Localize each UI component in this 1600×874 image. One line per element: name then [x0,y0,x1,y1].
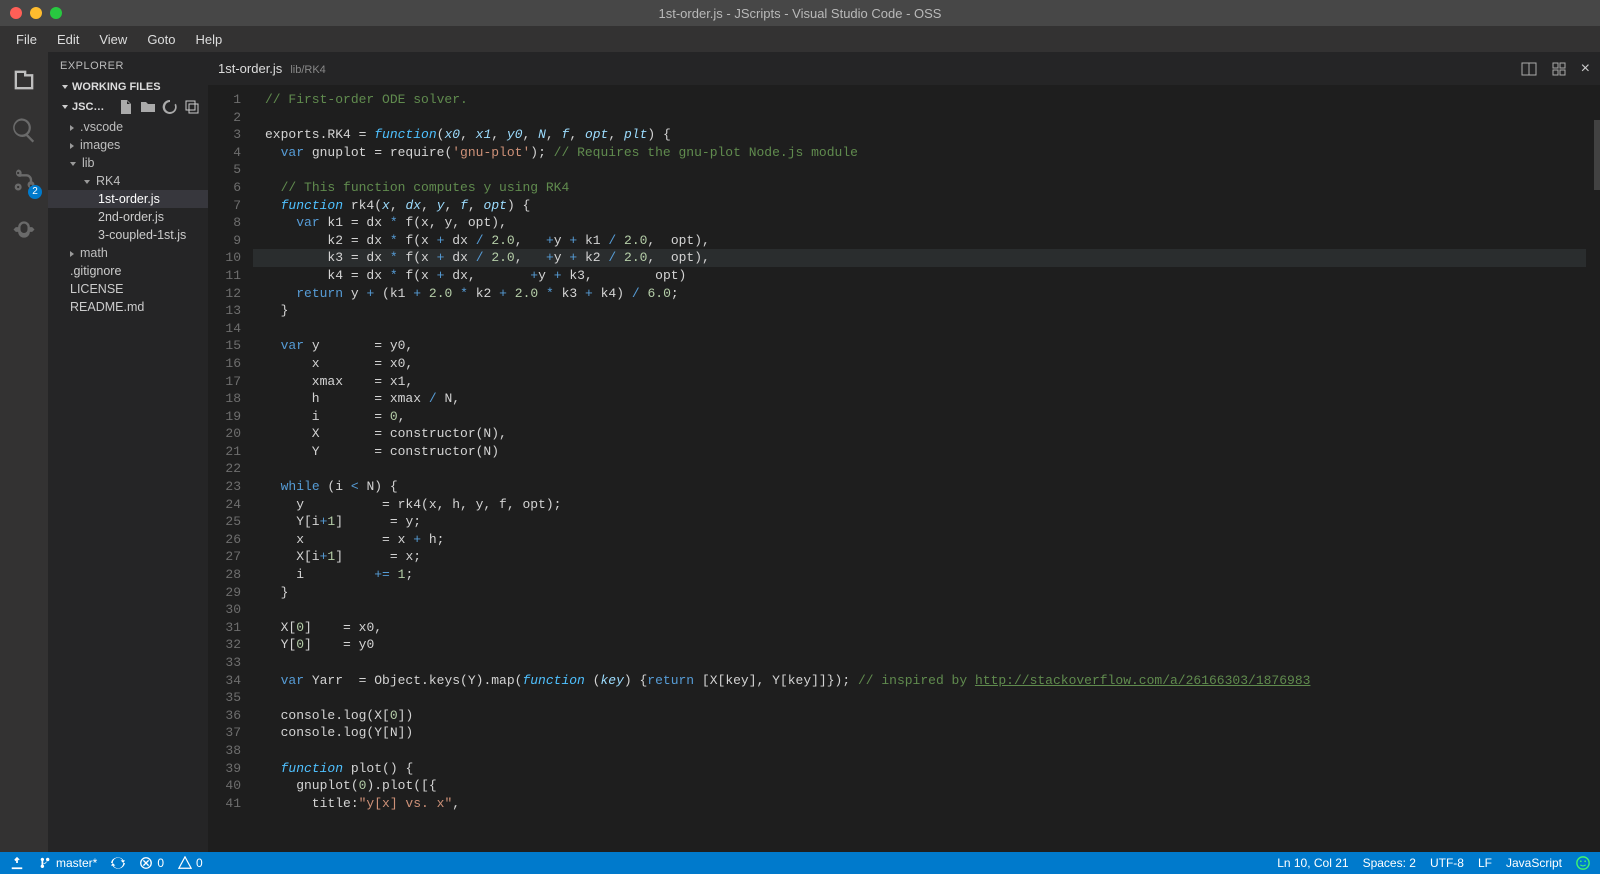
menu-view[interactable]: View [89,28,137,51]
editor-tab-bar: 1st-order.js lib/RK4 × [208,52,1600,85]
editor: 1st-order.js lib/RK4 × 12345678910111213… [208,52,1600,852]
menu-bar: FileEditViewGotoHelp [0,26,1600,52]
folder-lib[interactable]: lib [48,154,208,172]
file-3-coupled-1st-js[interactable]: 3-coupled-1st.js [48,226,208,244]
traffic-lights [0,7,62,19]
refresh-icon[interactable] [162,99,178,115]
file-LICENSE[interactable]: LICENSE [48,280,208,298]
folder-images[interactable]: images [48,136,208,154]
status-eol[interactable]: LF [1478,856,1492,870]
status-warnings[interactable]: 0 [178,856,203,870]
status-indent[interactable]: Spaces: 2 [1363,856,1416,870]
file-2nd-order-js[interactable]: 2nd-order.js [48,208,208,226]
folder-RK4[interactable]: RK4 [48,172,208,190]
scm-badge: 2 [28,185,42,199]
overview-ruler[interactable] [1586,85,1600,852]
status-language[interactable]: JavaScript [1506,856,1562,870]
close-window-icon[interactable] [10,7,22,19]
file-README-md[interactable]: README.md [48,298,208,316]
activity-bar: 2 [0,52,48,852]
debug-icon[interactable] [10,219,38,247]
file--gitignore[interactable]: .gitignore [48,262,208,280]
close-tab-icon[interactable]: × [1581,60,1590,78]
menu-help[interactable]: Help [186,28,233,51]
folder-math[interactable]: math [48,244,208,262]
source-control-icon[interactable]: 2 [10,166,38,197]
tab-filename: 1st-order.js [218,61,282,76]
file-1st-order-js[interactable]: 1st-order.js [48,190,208,208]
status-branch[interactable]: master* [38,856,97,870]
new-folder-icon[interactable] [140,99,156,115]
status-sync[interactable] [111,856,125,870]
menu-file[interactable]: File [6,28,47,51]
project-header[interactable]: JSC… [48,96,208,118]
menu-edit[interactable]: Edit [47,28,89,51]
menu-goto[interactable]: Goto [137,28,185,51]
window-titlebar: 1st-order.js - JScripts - Visual Studio … [0,0,1600,26]
maximize-window-icon[interactable] [50,7,62,19]
explorer-icon[interactable] [10,66,38,94]
search-icon[interactable] [10,116,38,144]
file-tree: .vscodeimageslibRK41st-order.js2nd-order… [48,118,208,316]
status-remote[interactable] [10,856,24,870]
status-errors[interactable]: 0 [139,856,164,870]
split-editor-icon[interactable] [1521,61,1537,77]
window-title: 1st-order.js - JScripts - Visual Studio … [0,6,1600,21]
more-actions-icon[interactable] [1551,61,1567,77]
line-number-gutter: 1234567891011121314151617181920212223242… [208,85,253,852]
folder--vscode[interactable]: .vscode [48,118,208,136]
active-tab[interactable]: 1st-order.js lib/RK4 [218,61,326,76]
feedback-icon[interactable] [1576,856,1590,870]
working-files-header[interactable]: WORKING FILES [48,78,208,96]
minimize-window-icon[interactable] [30,7,42,19]
status-cursor[interactable]: Ln 10, Col 21 [1277,856,1348,870]
new-file-icon[interactable] [118,99,134,115]
tab-path: lib/RK4 [290,64,325,76]
code-area[interactable]: // First-order ODE solver. exports.RK4 =… [253,85,1586,852]
status-bar: master* 0 0 Ln 10, Col 21 Spaces: 2 UTF-… [0,852,1600,874]
status-encoding[interactable]: UTF-8 [1430,856,1464,870]
sidebar: EXPLORER WORKING FILES JSC… .vscodeimage… [48,52,208,852]
sidebar-title: EXPLORER [48,52,208,78]
collapse-all-icon[interactable] [184,99,200,115]
